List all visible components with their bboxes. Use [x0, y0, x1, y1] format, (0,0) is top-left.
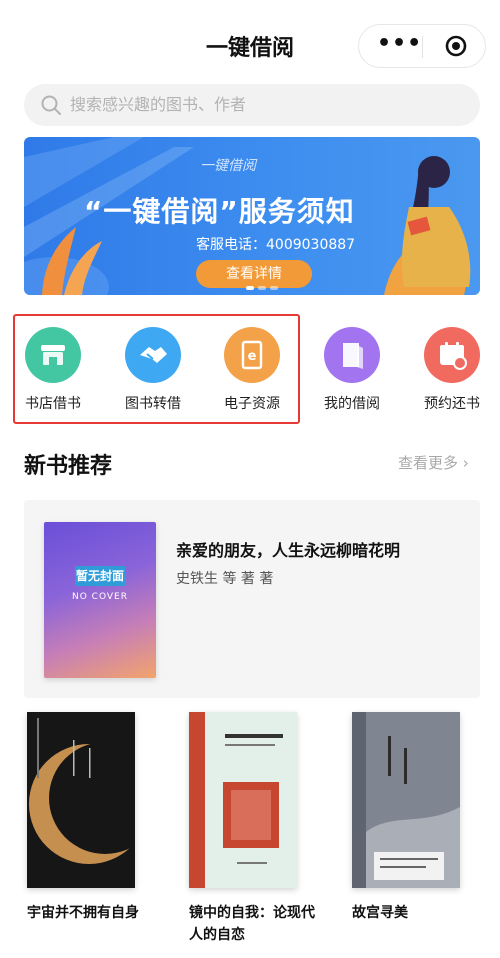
shortcut-reserve-return[interactable]: 预约还书: [412, 327, 492, 417]
section-title: 新书推荐: [24, 454, 113, 479]
book-cover: [27, 712, 135, 888]
book-icon: [324, 327, 380, 383]
no-cover-sublabel: NO COVER: [72, 592, 128, 602]
banner-view-details-button[interactable]: 查看详情: [196, 260, 312, 288]
search-icon: [41, 95, 61, 115]
book-title: 故宫寻美: [352, 905, 408, 921]
featured-book-author: 史铁生 等 著 著: [176, 571, 274, 587]
notice-banner[interactable]: 一键借阅 “一键借阅”服务须知 客服电话：4009030887 查看详情: [24, 137, 480, 295]
banner-phone: 客服电话：4009030887: [196, 237, 356, 253]
shortcut-my-borrowing[interactable]: 我的借阅: [312, 327, 392, 417]
highlight-box: [13, 314, 300, 424]
no-cover-label: 暂无封面: [75, 566, 125, 586]
banner-headline: “一键借阅”服务须知: [84, 195, 355, 228]
featured-book-card[interactable]: 暂无封面 NO COVER 亲爱的朋友，人生永远柳暗花明 史铁生 等 著 著: [24, 500, 480, 698]
carousel-indicator: [246, 286, 278, 290]
close-target-icon[interactable]: [445, 35, 467, 57]
book-title: 宇宙并不拥有自身: [27, 905, 139, 921]
featured-book-title: 亲爱的朋友，人生永远柳暗花明: [176, 541, 401, 560]
book-cover-placeholder: 暂无封面 NO COVER: [44, 522, 156, 678]
shortcut-label: 预约还书: [424, 396, 480, 412]
miniapp-capsule: •••: [358, 24, 486, 68]
search-placeholder: 搜索感兴趣的图书、作者: [70, 95, 247, 114]
view-more-link[interactable]: 查看更多 ›: [398, 452, 469, 473]
shortcut-label: 我的借阅: [324, 396, 380, 412]
book-cover: [352, 712, 460, 888]
calendar-icon: [424, 327, 480, 383]
banner-logo: 一键借阅: [200, 158, 256, 174]
capsule-divider: [422, 36, 423, 58]
book-title: 镜中的自我：论现代人的自恋: [189, 905, 315, 943]
search-bar[interactable]: 搜索感兴趣的图书、作者: [24, 84, 480, 126]
more-options-icon[interactable]: •••: [377, 33, 421, 57]
book-cover: [189, 712, 297, 888]
